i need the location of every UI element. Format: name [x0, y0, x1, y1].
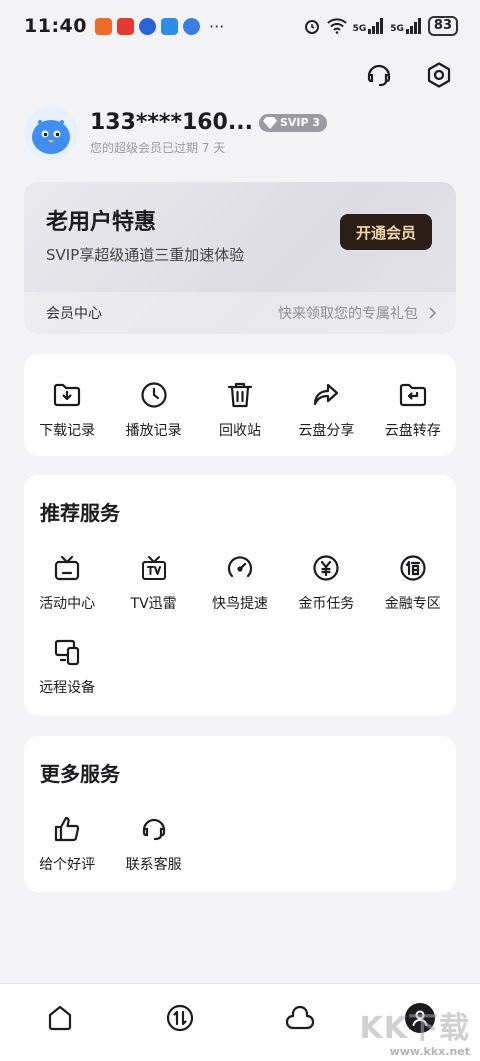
remote-device-icon — [52, 637, 82, 667]
app-notification-icon — [116, 17, 134, 35]
signal-icon: 5G — [353, 18, 385, 34]
tool-download-history[interactable]: 下载记录 — [24, 376, 110, 460]
wifi-icon — [326, 18, 347, 34]
app-notification-icon — [138, 17, 156, 35]
section-title: 推荐服务 — [40, 501, 120, 525]
watermark-logo: KK下载 www.kkx.net — [359, 1011, 471, 1058]
service-label: 给个好评 — [39, 857, 96, 873]
username: 133****160... — [90, 110, 253, 135]
vip-title: 老用户特惠 — [46, 210, 157, 235]
more-services-grid: 给个好评 联系客服 — [24, 810, 456, 894]
battery-indicator: 83 — [427, 16, 458, 36]
home-tab[interactable] — [0, 984, 120, 1061]
quick-tools-grid: 下载记录 播放记录 回收站 云盘分享 云盘转存 — [24, 376, 456, 460]
activity-tv-icon — [52, 553, 82, 583]
member-center-link[interactable]: 会员中心 快来领取您的专属礼包 — [24, 292, 456, 334]
signal-icon: 5G — [390, 18, 422, 34]
membership-status: 您的超级会员已过期 7 天 — [90, 141, 226, 155]
service-label: 金融专区 — [384, 596, 441, 612]
service-label: TV迅雷 — [130, 596, 177, 612]
vip-promo-card[interactable]: 老用户特惠 SVIP享超级通道三重加速体验 开通会员 会员中心 快来领取您的专属… — [24, 182, 456, 334]
tool-cloud-share[interactable]: 云盘分享 — [283, 376, 369, 460]
service-label: 快鸟提速 — [211, 596, 268, 612]
service-contact-support[interactable]: 联系客服 — [110, 810, 196, 894]
tv-icon — [139, 553, 169, 583]
tool-cloud-transfer[interactable]: 云盘转存 — [370, 376, 456, 460]
recommended-services-card: 推荐服务 活动中心 TV迅雷 快鸟提速 金币任务 金融专区 远程设备 — [24, 475, 456, 716]
loan-icon — [398, 553, 428, 583]
more-notifications-icon: ··· — [208, 16, 225, 36]
diamond-icon — [262, 116, 277, 129]
trash-icon — [225, 380, 255, 410]
status-bar: 11:40 ··· 5G 5G 83 — [0, 0, 480, 52]
speedometer-icon — [225, 553, 255, 583]
transfer-tab[interactable] — [120, 984, 240, 1061]
watermark-url: www.kkx.net — [389, 1045, 470, 1058]
service-label: 活动中心 — [39, 596, 96, 612]
service-label: 联系客服 — [125, 857, 182, 873]
tool-play-history[interactable]: 播放记录 — [110, 376, 196, 460]
service-speedup[interactable]: 快鸟提速 — [197, 549, 283, 633]
share-icon — [311, 380, 341, 410]
service-label: 金币任务 — [298, 596, 355, 612]
alarm-icon — [303, 17, 321, 35]
app-notification-icon — [94, 17, 112, 35]
play-history-icon — [139, 380, 169, 410]
service-finance[interactable]: 金融专区 — [370, 549, 456, 633]
tool-label: 下载记录 — [39, 423, 96, 439]
service-label: 远程设备 — [39, 680, 96, 696]
gift-hint: 快来领取您的专属礼包 — [278, 306, 418, 322]
vip-description: SVIP享超级通道三重加速体验 — [46, 246, 245, 264]
service-remote-device[interactable]: 远程设备 — [24, 633, 110, 717]
service-tv-xunlei[interactable]: TV迅雷 — [110, 549, 196, 633]
tool-label: 播放记录 — [125, 423, 182, 439]
system-indicators: 5G 5G 83 — [303, 16, 458, 36]
chevron-right-icon — [428, 307, 436, 319]
home-icon — [46, 1004, 74, 1032]
app-notification-icon — [182, 17, 200, 35]
recommended-grid: 活动中心 TV迅雷 快鸟提速 金币任务 金融专区 远程设备 — [24, 549, 456, 717]
more-services-card: 更多服务 给个好评 联系客服 — [24, 736, 456, 892]
cloud-icon — [284, 1004, 316, 1032]
service-coin-tasks[interactable]: 金币任务 — [283, 549, 369, 633]
service-rate-app[interactable]: 给个好评 — [24, 810, 110, 894]
tool-recycle-bin[interactable]: 回收站 — [197, 376, 283, 460]
tool-label: 回收站 — [218, 423, 261, 439]
member-center-label: 会员中心 — [46, 306, 102, 322]
tool-label: 云盘分享 — [298, 423, 355, 439]
user-profile[interactable]: 133****160... SVIP 3 您的超级会员已过期 7 天 — [24, 106, 328, 160]
open-membership-button[interactable]: 开通会员 — [340, 214, 432, 250]
headset-icon[interactable] — [364, 60, 394, 90]
thumbs-up-icon — [52, 814, 82, 844]
headset-icon — [139, 814, 169, 844]
transfer-folder-icon — [398, 380, 428, 410]
header-actions — [364, 60, 454, 90]
section-title: 更多服务 — [40, 762, 120, 786]
transfer-icon — [165, 1003, 195, 1033]
download-folder-icon — [52, 380, 82, 410]
service-activity-center[interactable]: 活动中心 — [24, 549, 110, 633]
cloud-tab[interactable] — [240, 984, 360, 1061]
svip-badge: SVIP 3 — [258, 113, 328, 132]
avatar[interactable] — [24, 106, 78, 160]
tool-label: 云盘转存 — [384, 423, 441, 439]
clock: 11:40 — [24, 15, 87, 37]
quick-tools-card: 下载记录 播放记录 回收站 云盘分享 云盘转存 — [24, 354, 456, 456]
coin-icon — [311, 553, 341, 583]
settings-icon[interactable] — [424, 60, 454, 90]
app-notification-icon — [160, 17, 178, 35]
notification-icons: ··· — [94, 16, 225, 36]
